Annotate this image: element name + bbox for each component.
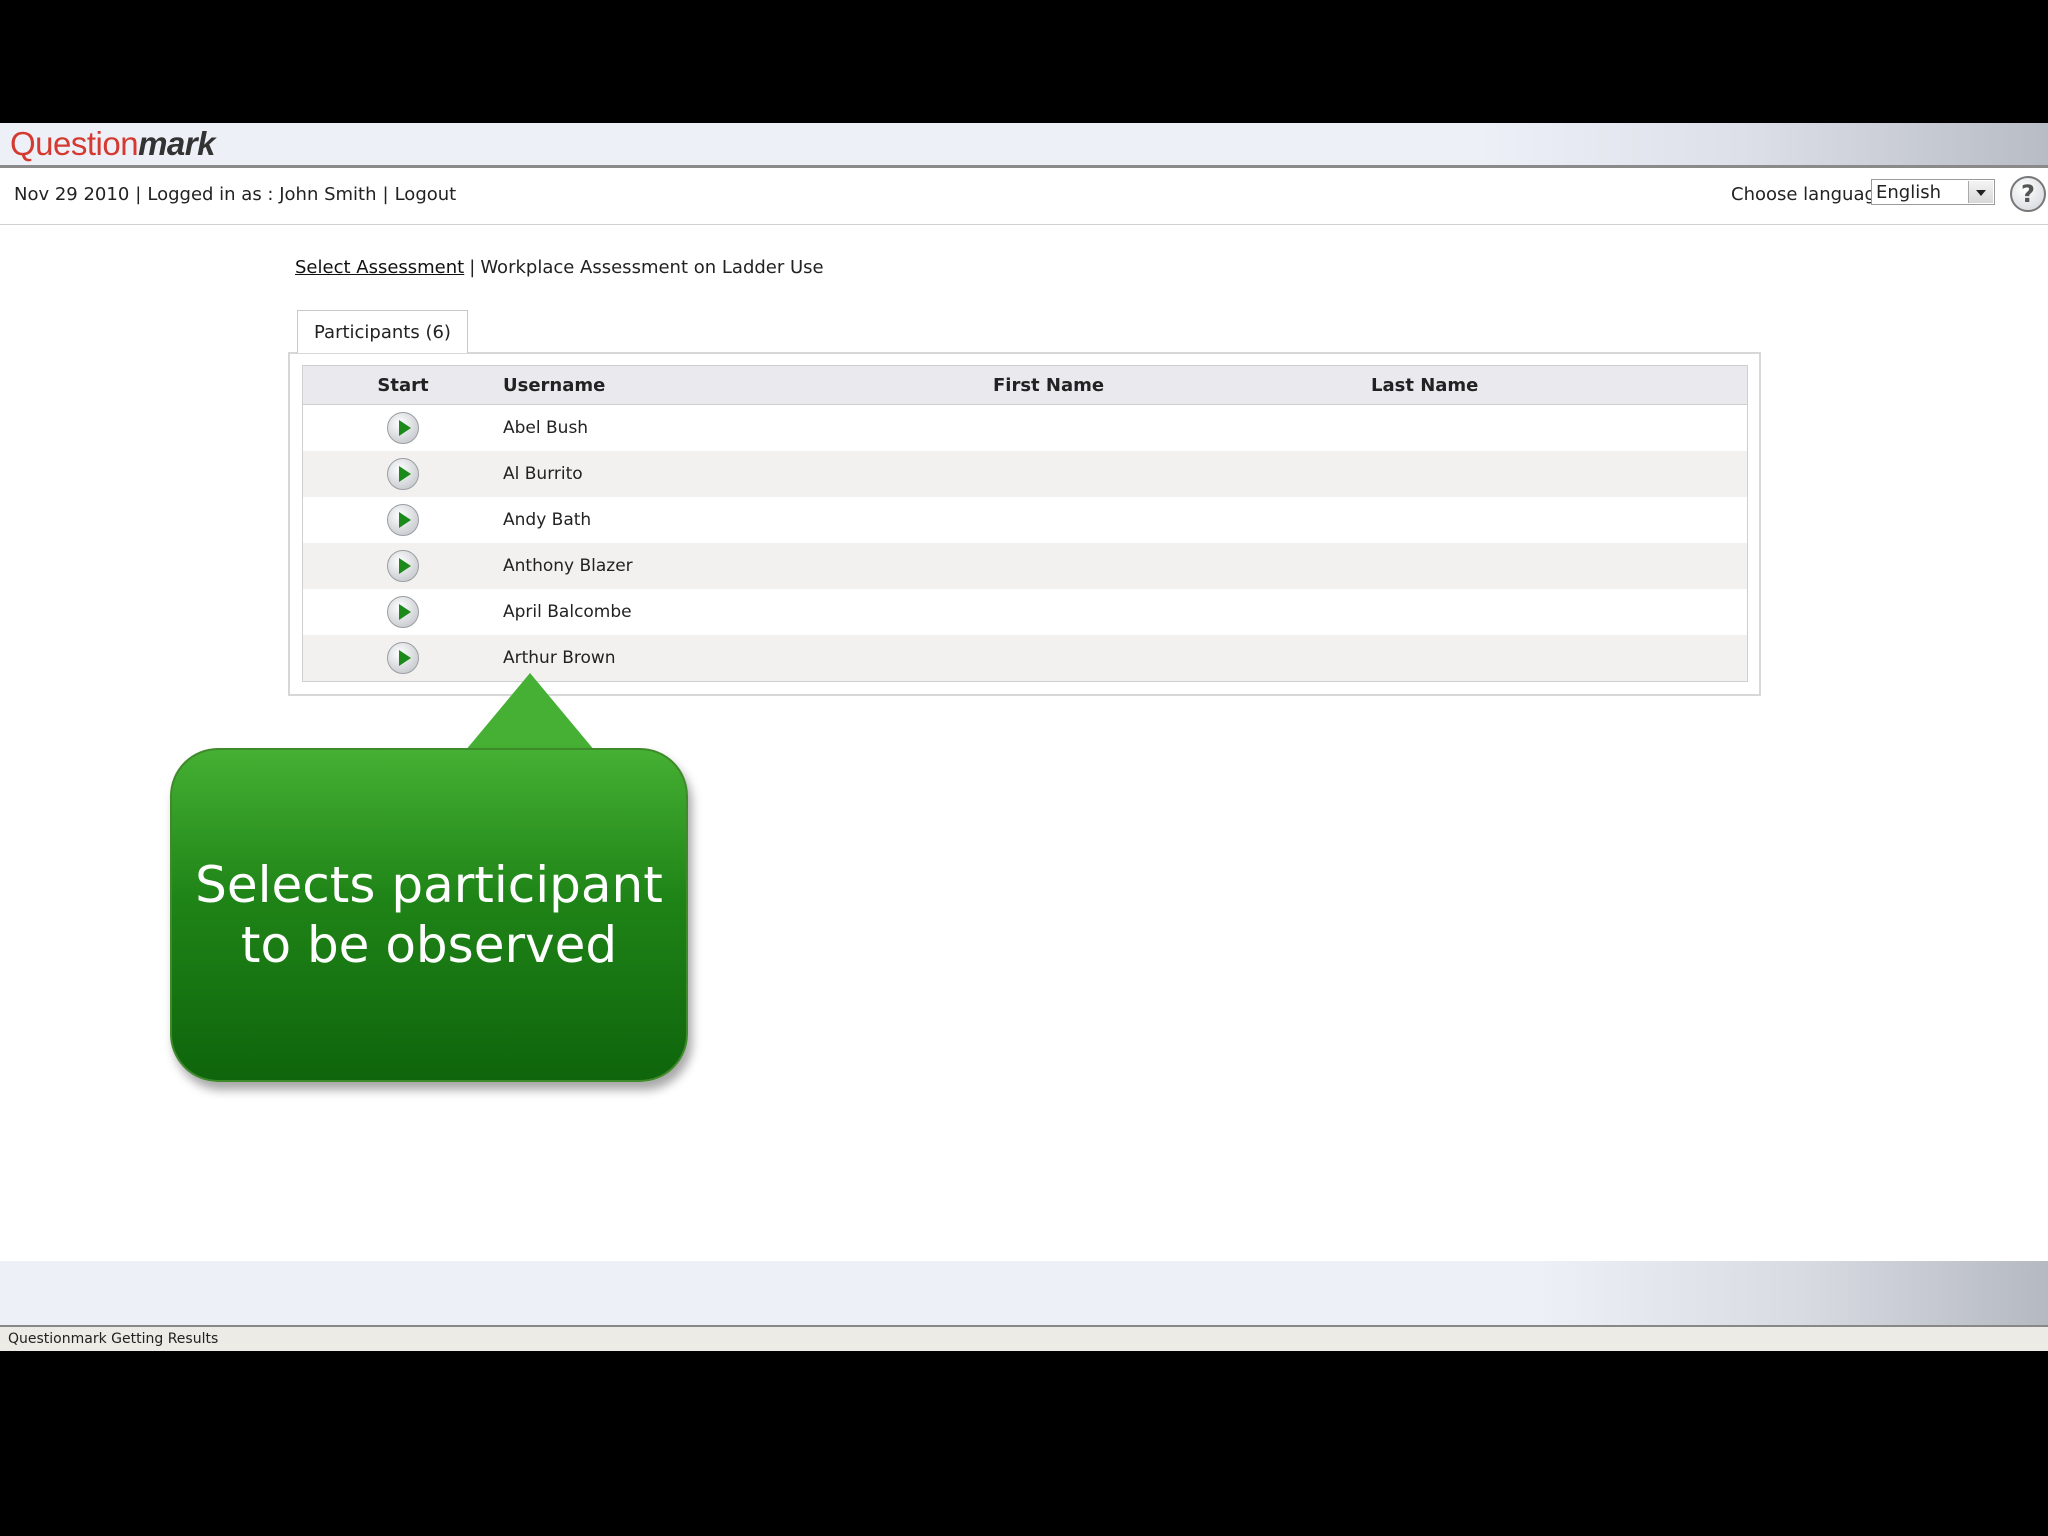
- callout-text: Selects participant to be observed: [172, 855, 686, 975]
- chevron-down-icon[interactable]: [1968, 181, 1993, 203]
- column-header-first-name: First Name: [993, 365, 1371, 405]
- breadcrumb: Select Assessment | Workplace Assessment o…: [295, 257, 824, 278]
- participants-panel: Start Username First Name Last Name Abel…: [288, 352, 1761, 696]
- language-value: English: [1876, 182, 1941, 203]
- last-name-cell: [1371, 589, 1748, 635]
- first-name-cell: [993, 404, 1371, 451]
- username-cell: Al Burrito: [503, 451, 993, 497]
- footer-banner: [0, 1261, 2048, 1327]
- first-name-cell: [993, 543, 1371, 589]
- first-name-cell: [993, 451, 1371, 497]
- callout-line-2: to be observed: [240, 916, 618, 974]
- table-row[interactable]: Andy Bath: [302, 497, 1748, 543]
- start-play-icon[interactable]: [387, 550, 419, 582]
- session-info: Nov 29 2010 | Logged in as : John Smith | Lo…: [14, 184, 456, 205]
- last-name-cell: [1371, 543, 1748, 589]
- separator: |: [135, 184, 142, 205]
- column-header-last-name: Last Name: [1371, 365, 1748, 405]
- start-play-icon[interactable]: [387, 458, 419, 490]
- tab-participants[interactable]: Participants (6): [297, 310, 468, 353]
- tutorial-callout: Selects participant to be observed: [170, 748, 688, 1082]
- info-bar: Nov 29 2010 | Logged in as : John Smith | Lo…: [0, 168, 2048, 225]
- first-name-cell: [993, 497, 1371, 543]
- help-icon[interactable]: ?: [2010, 176, 2046, 212]
- app-window: Questionmark Nov 29 2010 | Logged in as : …: [0, 123, 2048, 1351]
- first-name-cell: [993, 635, 1371, 682]
- table-header-row: Start Username First Name Last Name: [302, 365, 1748, 405]
- username-cell: April Balcombe: [503, 589, 993, 635]
- callout-pointer: [465, 673, 595, 751]
- status-bar: Questionmark Getting Results: [0, 1327, 2048, 1351]
- start-play-icon[interactable]: [387, 504, 419, 536]
- start-play-icon[interactable]: [387, 596, 419, 628]
- table-row[interactable]: Anthony Blazer: [302, 543, 1748, 589]
- logo-question-text: Question: [10, 125, 139, 162]
- table-row[interactable]: Abel Bush: [302, 404, 1748, 451]
- username-cell: Andy Bath: [503, 497, 993, 543]
- table-row[interactable]: Al Burrito: [302, 451, 1748, 497]
- separator: |: [382, 184, 389, 205]
- last-name-cell: [1371, 404, 1748, 451]
- logout-link[interactable]: Logout: [395, 184, 457, 205]
- logo-mark-text: mark: [138, 125, 215, 162]
- language-select[interactable]: English: [1871, 179, 1995, 205]
- current-date: Nov 29 2010: [14, 184, 130, 205]
- column-header-start: Start: [302, 365, 503, 405]
- participants-table: Start Username First Name Last Name Abel…: [302, 365, 1748, 682]
- column-header-username: Username: [503, 365, 993, 405]
- select-assessment-link[interactable]: Select Assessment: [295, 257, 464, 278]
- separator: |: [469, 257, 476, 278]
- last-name-cell: [1371, 451, 1748, 497]
- breadcrumb-current: Workplace Assessment on Ladder Use: [480, 257, 824, 278]
- language-label: Choose language: [1731, 184, 1887, 205]
- questionmark-logo: Questionmark: [10, 124, 215, 164]
- last-name-cell: [1371, 635, 1748, 682]
- header-banner: Questionmark: [0, 123, 2048, 168]
- callout-line-1: Selects participant: [195, 856, 663, 914]
- first-name-cell: [993, 589, 1371, 635]
- logged-in-label: Logged in as : John Smith: [147, 184, 377, 205]
- table-row[interactable]: April Balcombe: [302, 589, 1748, 635]
- last-name-cell: [1371, 497, 1748, 543]
- status-text: Questionmark Getting Results: [8, 1331, 219, 1347]
- start-play-icon[interactable]: [387, 642, 419, 674]
- username-cell: Abel Bush: [503, 404, 993, 451]
- start-play-icon[interactable]: [387, 412, 419, 444]
- username-cell: Anthony Blazer: [503, 543, 993, 589]
